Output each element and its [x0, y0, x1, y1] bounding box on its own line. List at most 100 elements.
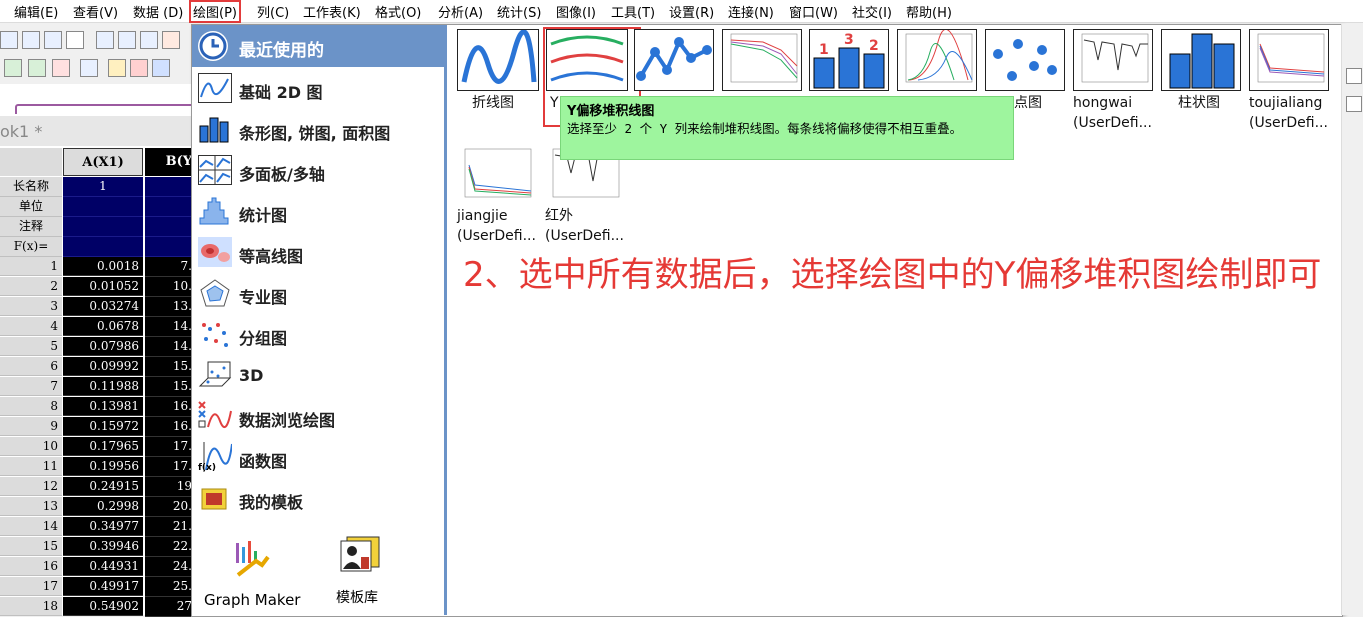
cell-b[interactable]: 22. — [145, 537, 192, 557]
menu-image[interactable]: 图像(I) — [556, 2, 596, 21]
meta-row-header[interactable]: 注释 — [0, 217, 62, 237]
row-header[interactable]: 9 — [0, 417, 62, 436]
row-header[interactable]: 8 — [0, 397, 62, 416]
category-multi-panel[interactable]: 多面板/多轴 — [192, 151, 444, 192]
row-header[interactable]: 4 — [0, 317, 62, 336]
thumb-user-plot-2[interactable] — [897, 28, 977, 91]
menu-connect[interactable]: 连接(N) — [728, 2, 774, 21]
cell-b[interactable]: 7. — [145, 257, 192, 277]
cell-a[interactable]: 0.11988 — [63, 377, 143, 396]
add-column-icon[interactable] — [4, 59, 22, 77]
cell-a[interactable]: 0.09992 — [63, 357, 143, 376]
cell-b[interactable]: 14. — [145, 337, 192, 357]
cell-b[interactable]: 27 — [145, 597, 192, 617]
set-xy-icon[interactable] — [28, 59, 46, 77]
export-icon[interactable] — [140, 31, 158, 49]
thumb-toujialiang[interactable] — [1249, 29, 1329, 91]
menu-statistics[interactable]: 统计(S) — [497, 2, 541, 21]
menu-settings[interactable]: 设置(R) — [669, 2, 714, 21]
row-header[interactable]: 3 — [0, 297, 62, 316]
meta-cell-a[interactable]: 1 — [63, 177, 143, 197]
cell-a[interactable]: 0.15972 — [63, 417, 143, 436]
meta-cell-b[interactable] — [145, 237, 192, 257]
meta-cell-a[interactable] — [63, 197, 143, 217]
restore-icon[interactable] — [1346, 68, 1362, 84]
cell-b[interactable]: 14. — [145, 317, 192, 337]
row-header[interactable]: 1 — [0, 257, 62, 276]
menu-format[interactable]: 格式(O) — [375, 2, 421, 21]
thumb-scatter[interactable] — [985, 29, 1065, 91]
cell-a[interactable]: 0.49917 — [63, 577, 143, 596]
cell-a[interactable]: 0.07986 — [63, 337, 143, 356]
meta-cell-b[interactable] — [145, 177, 192, 197]
row-header[interactable]: 12 — [0, 477, 62, 496]
cell-b[interactable]: 16. — [145, 397, 192, 417]
cell-b[interactable]: 20. — [145, 497, 192, 517]
meta-cell-a[interactable] — [63, 217, 143, 237]
column-header-a[interactable]: A(X1) — [63, 148, 143, 176]
thumb-jiangjie[interactable] — [457, 145, 535, 205]
cell-a[interactable]: 0.01052 — [63, 277, 143, 296]
meta-cell-a[interactable] — [63, 237, 143, 257]
thumb-user-plot-1[interactable] — [722, 29, 802, 91]
menu-social[interactable]: 社交(I) — [852, 2, 892, 21]
cell-b[interactable]: 13. — [145, 297, 192, 317]
category-recent[interactable]: 最近使用的 — [192, 25, 444, 67]
cell-b[interactable]: 16. — [145, 417, 192, 437]
cell-b[interactable]: 25. — [145, 577, 192, 597]
menu-window[interactable]: 窗口(W) — [789, 2, 838, 21]
sort-icon[interactable] — [80, 59, 98, 77]
cell-a[interactable]: 0.19956 — [63, 457, 143, 476]
category-grouped[interactable]: 分组图 — [192, 315, 444, 356]
new-graph-icon[interactable] — [22, 31, 40, 49]
cell-a[interactable]: 0.44931 — [63, 557, 143, 576]
category-function[interactable]: f(x) 函数图 — [192, 438, 444, 479]
color-icon[interactable] — [130, 59, 148, 77]
cell-a[interactable]: 0.17965 — [63, 437, 143, 456]
open-icon[interactable] — [96, 31, 114, 49]
category-data-explore[interactable]: 数据浏览绘图 — [192, 397, 444, 438]
category-contour[interactable]: 等高线图 — [192, 233, 444, 274]
thumb-column[interactable] — [1161, 29, 1241, 91]
cell-a[interactable]: 0.39946 — [63, 537, 143, 556]
menu-tools[interactable]: 工具(T) — [611, 2, 655, 21]
menu-data[interactable]: 数据 (D) — [133, 2, 183, 21]
cell-b[interactable]: 10. — [145, 277, 192, 297]
row-header[interactable]: 16 — [0, 557, 62, 576]
cell-b[interactable]: 15. — [145, 357, 192, 377]
corner-cell[interactable] — [0, 148, 62, 176]
cell-a[interactable]: 0.54902 — [63, 597, 143, 616]
category-bar-pie-area[interactable]: 条形图, 饼图, 面积图 — [192, 110, 444, 151]
row-header[interactable]: 14 — [0, 517, 62, 536]
meta-cell-b[interactable] — [145, 217, 192, 237]
row-header[interactable]: 2 — [0, 277, 62, 296]
template-library-button[interactable]: 模板库 — [332, 535, 402, 615]
meta-cell-b[interactable] — [145, 197, 192, 217]
thumb-line-symbol[interactable] — [634, 29, 714, 91]
set-label-icon[interactable] — [52, 59, 70, 77]
thumb-hongwai[interactable] — [1073, 29, 1153, 91]
cell-b[interactable]: 24. — [145, 557, 192, 577]
cell-b[interactable]: 19 — [145, 477, 192, 497]
new-workbook-icon[interactable] — [0, 31, 18, 49]
worksheet-title-bar[interactable]: ok1 * — [0, 116, 192, 146]
meta-row-header[interactable]: 单位 — [0, 197, 62, 217]
meta-row-header[interactable]: 长名称 — [0, 177, 62, 197]
menu-column[interactable]: 列(C) — [257, 2, 289, 21]
window-scrollbar[interactable] — [1341, 24, 1363, 615]
thumb-bar-labels[interactable]: 132 — [809, 29, 889, 91]
meta-row-header[interactable]: F(x)= — [0, 237, 62, 257]
graph-maker-button[interactable]: Graph Maker — [202, 535, 302, 615]
menu-worksheet[interactable]: 工作表(K) — [303, 2, 361, 21]
function-icon[interactable] — [66, 31, 84, 49]
row-header[interactable]: 6 — [0, 357, 62, 376]
mask-icon[interactable] — [152, 59, 170, 77]
menu-view[interactable]: 查看(V) — [73, 2, 118, 21]
close-icon[interactable] — [1346, 96, 1362, 112]
category-3d[interactable]: 3D — [192, 356, 444, 397]
category-basic-2d[interactable]: 基础 2D 图 — [192, 69, 444, 110]
category-statistics[interactable]: 统计图 — [192, 192, 444, 233]
row-header[interactable]: 15 — [0, 537, 62, 556]
cell-a[interactable]: 0.24915 — [63, 477, 143, 496]
new-matrix-icon[interactable] — [44, 31, 62, 49]
